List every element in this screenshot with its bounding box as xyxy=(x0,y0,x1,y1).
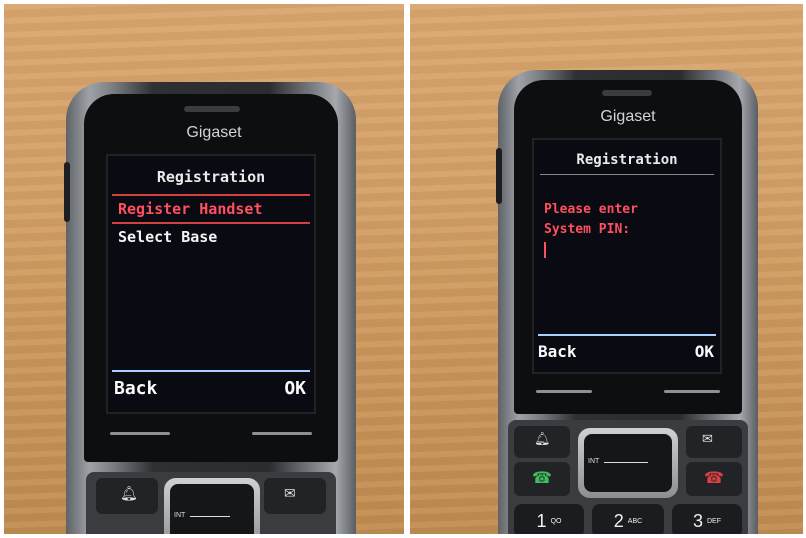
keypad: 🔔︎ ✉︎ INT xyxy=(86,472,336,534)
menu-item-register-handset[interactable]: Register Handset xyxy=(118,200,263,218)
pin-input-cursor[interactable] xyxy=(544,242,546,258)
key-3[interactable]: 3 DEF xyxy=(672,504,742,534)
softkey-led-right xyxy=(252,432,312,435)
brand-logo: Gigaset xyxy=(186,124,242,141)
call-key[interactable]: ☎︎ xyxy=(514,462,570,496)
end-call-key[interactable]: ☎︎ xyxy=(686,462,742,496)
envelope-icon: ✉︎ xyxy=(284,486,296,502)
nav-key[interactable]: INT xyxy=(170,484,254,534)
softkey-back[interactable]: Back xyxy=(538,342,577,361)
key-2-sub: ABC xyxy=(627,517,643,525)
display-screen: Registration Please enter System PIN: Ba… xyxy=(532,138,722,374)
softkey-divider xyxy=(538,334,716,336)
key-1-digit: 1 xyxy=(536,510,547,531)
handset-bezel: Gigaset Registration Register Handset Se… xyxy=(84,94,338,462)
softkey-ok[interactable]: OK xyxy=(284,378,306,399)
softkey-led-right xyxy=(664,390,720,393)
nav-int-label: INT xyxy=(174,512,186,519)
title-divider xyxy=(540,174,714,175)
bell-icon: 🔔︎ xyxy=(120,486,138,502)
handset: Gigaset Registration Register Handset Se… xyxy=(64,82,356,534)
messages-key[interactable]: ✉︎ xyxy=(264,478,326,514)
menu-key[interactable]: 🔔︎ xyxy=(96,478,158,514)
call-icon: ☎︎ xyxy=(532,468,552,487)
side-button xyxy=(64,162,70,222)
selection-bottom-line xyxy=(112,222,310,224)
messages-key[interactable]: ✉︎ xyxy=(686,426,742,458)
display-screen: Registration Register Handset Select Bas… xyxy=(106,154,316,414)
selection-top-line xyxy=(112,194,310,196)
softkey-back[interactable]: Back xyxy=(114,378,157,399)
menu-key[interactable]: 🔔︎ xyxy=(514,426,570,458)
bell-icon: 🔔︎ xyxy=(534,432,551,447)
softkey-led-left xyxy=(110,432,170,435)
key-1[interactable]: 1 QO xyxy=(514,504,584,534)
softkey-ok[interactable]: OK xyxy=(695,342,714,361)
key-2[interactable]: 2 ABC xyxy=(592,504,664,534)
key-2-digit: 2 xyxy=(613,510,624,531)
nav-line xyxy=(604,462,648,463)
softkey-led-left xyxy=(536,390,592,393)
softkey-divider xyxy=(112,370,310,372)
menu-item-select-base[interactable]: Select Base xyxy=(118,228,217,246)
left-photo: Gigaset Registration Register Handset Se… xyxy=(4,4,404,534)
screen-title: Registration xyxy=(156,168,266,186)
key-1-sub: QO xyxy=(550,517,562,525)
nav-line xyxy=(190,516,230,517)
handset-bezel: Gigaset Registration Please enter System… xyxy=(514,80,742,414)
earpiece-speaker xyxy=(602,90,652,96)
pin-prompt-line1: Please enter xyxy=(544,202,638,217)
key-3-digit: 3 xyxy=(692,510,703,531)
screen-title: Registration xyxy=(576,152,678,168)
keypad: 🔔︎ ✉︎ ☎︎ ☎︎ INT 1 QO 2 ABC 3 DEF xyxy=(508,420,748,534)
nav-key-ring[interactable]: INT xyxy=(578,428,678,498)
nav-key-ring[interactable]: INT xyxy=(164,478,260,534)
brand-logo: Gigaset xyxy=(600,108,656,125)
end-call-icon: ☎︎ xyxy=(704,468,724,487)
pin-prompt-line2: System PIN: xyxy=(544,222,631,237)
earpiece-speaker xyxy=(184,106,240,112)
handset: Gigaset Registration Please enter System… xyxy=(496,70,758,534)
nav-key[interactable]: INT xyxy=(584,434,672,492)
envelope-icon: ✉︎ xyxy=(702,432,713,447)
key-3-sub: DEF xyxy=(707,517,721,525)
right-photo: Gigaset Registration Please enter System… xyxy=(410,4,803,534)
side-button xyxy=(496,148,502,204)
nav-int-label: INT xyxy=(588,458,600,465)
